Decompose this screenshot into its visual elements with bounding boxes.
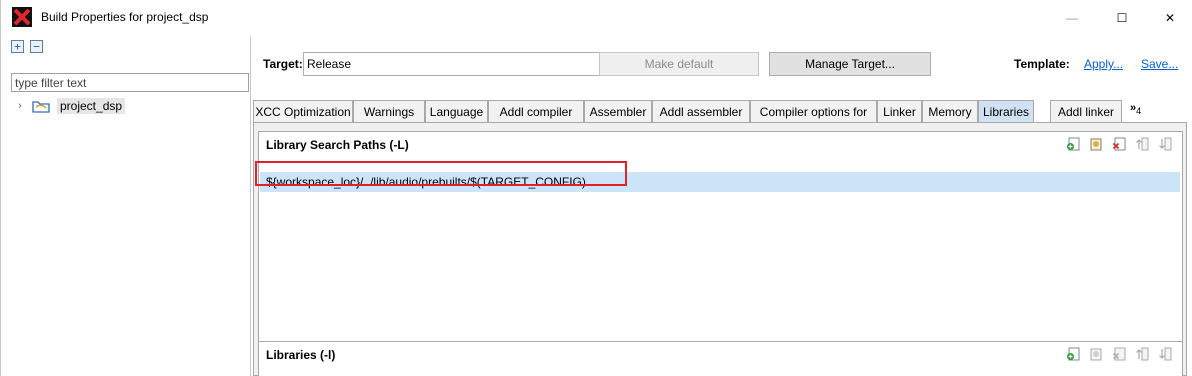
collapse-all-icon[interactable]: − <box>30 40 43 53</box>
tab-assembler[interactable]: Assembler <box>584 100 652 122</box>
delete-icon[interactable] <box>1112 347 1126 361</box>
move-down-icon[interactable] <box>1158 137 1172 151</box>
move-up-icon[interactable] <box>1135 347 1149 361</box>
tab-compiler-options[interactable]: Compiler options for <box>750 100 877 122</box>
chevron-right-icon[interactable]: › <box>11 100 29 112</box>
tab-language[interactable]: Language <box>425 100 488 122</box>
tab-warnings[interactable]: Warnings <box>353 100 425 122</box>
template-apply-link[interactable]: Apply... <box>1084 57 1123 71</box>
tree-toolbar: + − <box>11 40 43 60</box>
filter-input[interactable] <box>11 73 249 92</box>
build-properties-window: Build Properties for project_dsp — ☐ ✕ +… <box>0 0 1192 376</box>
libraries-content-panel: Library Search Paths (-L) ${workspace_lo… <box>253 122 1187 376</box>
tab-addl-assembler[interactable]: Addl assembler <box>652 100 750 122</box>
add-icon[interactable] <box>1066 137 1080 151</box>
target-label: Target: <box>263 57 303 71</box>
template-label: Template: <box>1014 57 1070 71</box>
add-icon[interactable] <box>1066 347 1080 361</box>
expand-all-icon[interactable]: + <box>11 40 24 53</box>
move-up-icon[interactable] <box>1135 137 1149 151</box>
libraries-group: Libraries (-l) <box>258 341 1183 376</box>
tab-addl-linker[interactable]: Addl linker <box>1050 100 1122 122</box>
library-search-paths-list: ${workspace_loc}/../lib/audio/prebuilts/… <box>259 169 1182 355</box>
libraries-title: Libraries (-l) <box>266 348 336 362</box>
tab-libraries[interactable]: Libraries <box>978 100 1034 122</box>
tree-item-label: project_dsp <box>57 98 126 114</box>
library-search-paths-group: Library Search Paths (-L) ${workspace_lo… <box>258 131 1183 356</box>
workspace-add-icon[interactable] <box>1089 137 1103 151</box>
tab-linker[interactable]: Linker <box>877 100 922 122</box>
library-search-paths-title: Library Search Paths (-L) <box>266 138 409 152</box>
tab-memory[interactable]: Memory <box>922 100 978 122</box>
minimize-button[interactable]: — <box>1049 0 1095 36</box>
delete-icon[interactable] <box>1112 137 1126 151</box>
title-bar: Build Properties for project_dsp — ☐ ✕ <box>1 0 1192 36</box>
workspace-add-icon[interactable] <box>1089 347 1103 361</box>
project-folder-icon <box>32 101 50 113</box>
template-save-link[interactable]: Save... <box>1141 57 1178 71</box>
libraries-toolbar <box>1066 347 1172 361</box>
target-row: Target: Release ⌄ <box>263 52 749 76</box>
window-title: Build Properties for project_dsp <box>41 10 209 24</box>
library-search-paths-header: Library Search Paths (-L) <box>259 132 1182 158</box>
more-tabs-count: 4 <box>1136 106 1142 117</box>
tab-addl-compiler[interactable]: Addl compiler <box>488 100 584 122</box>
library-search-paths-toolbar <box>1066 137 1172 151</box>
left-panel: + − › project_dsp <box>1 36 251 376</box>
move-down-icon[interactable] <box>1158 347 1172 361</box>
tab-xcc-optimization[interactable]: XCC Optimization <box>253 100 353 122</box>
manage-target-button[interactable]: Manage Target... <box>769 52 931 76</box>
tree-item-project-dsp[interactable]: › project_dsp <box>11 96 249 116</box>
list-item[interactable]: ${workspace_loc}/../lib/audio/prebuilts/… <box>260 172 1180 192</box>
make-default-button[interactable]: Make default <box>599 52 759 76</box>
libraries-header: Libraries (-l) <box>259 342 1182 368</box>
target-select-value: Release <box>307 57 352 71</box>
tab-bar: XCC Optimization Warnings Language Addl … <box>253 100 1192 122</box>
close-button[interactable]: ✕ <box>1147 0 1192 36</box>
app-logo-icon <box>12 7 32 27</box>
more-tabs-button[interactable]: »4 <box>1130 102 1141 116</box>
maximize-button[interactable]: ☐ <box>1099 0 1145 36</box>
